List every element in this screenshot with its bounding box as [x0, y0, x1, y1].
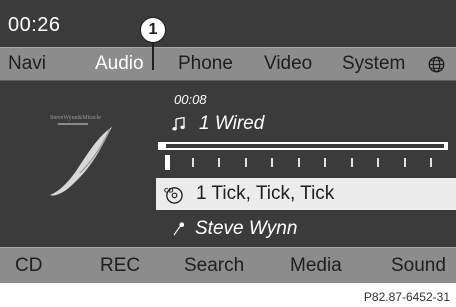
- album-cover-image: SteveWynn&Miracle: [40, 105, 126, 209]
- playback-progress-bar[interactable]: [158, 142, 448, 150]
- current-track-mark: [165, 155, 170, 170]
- source-name: 1 Wired: [199, 113, 265, 134]
- menu-item-audio[interactable]: Audio: [95, 53, 144, 75]
- callout-marker: 1: [140, 17, 166, 43]
- track-mark: [350, 158, 353, 167]
- function-rec[interactable]: REC: [100, 255, 140, 277]
- cd-icon: CD: [164, 187, 183, 204]
- track-mark: [430, 158, 432, 167]
- function-sound[interactable]: Sound: [391, 255, 446, 277]
- current-track-row[interactable]: CD 1 Tick, Tick, Tick: [156, 178, 456, 210]
- menu-item-navi[interactable]: Navi: [8, 53, 46, 75]
- svg-text:CD: CD: [164, 188, 174, 195]
- track-mark: [191, 158, 194, 167]
- artist-name: Steve Wynn: [195, 218, 298, 239]
- track-mark: [244, 158, 247, 167]
- globe-icon[interactable]: [428, 56, 445, 73]
- audio-function-bar: CD REC Search Media Sound: [0, 247, 456, 283]
- main-menu-bar: Navi Audio Phone Video System: [0, 47, 456, 81]
- track-mark: [403, 158, 406, 167]
- track-mark: [271, 158, 273, 167]
- menu-item-video[interactable]: Video: [264, 53, 312, 75]
- music-note-icon: [172, 117, 185, 131]
- artist-icon: [173, 222, 185, 236]
- menu-item-system[interactable]: System: [342, 53, 405, 75]
- track-mark: [377, 158, 379, 167]
- clock: 00:26: [8, 14, 61, 36]
- function-media[interactable]: Media: [290, 255, 342, 277]
- track-position-marks: [165, 155, 448, 170]
- audio-screen: 00:26 Navi Audio Phone Video System 1 St…: [0, 0, 456, 283]
- track-mark: [297, 158, 300, 167]
- svg-text:SteveWynn&Miracle: SteveWynn&Miracle: [50, 115, 101, 121]
- callout-leader-line: [152, 43, 154, 70]
- progress-inner: [160, 144, 444, 148]
- elapsed-time: 00:08: [174, 92, 207, 107]
- function-search[interactable]: Search: [184, 255, 244, 277]
- track-mark: [324, 158, 326, 167]
- track-title: 1 Tick, Tick, Tick: [196, 183, 335, 204]
- menu-item-phone[interactable]: Phone: [178, 53, 233, 75]
- function-cd[interactable]: CD: [15, 255, 42, 277]
- track-mark: [218, 158, 220, 167]
- figure-code: P82.87-6452-31: [363, 290, 450, 304]
- progress-fill: [160, 144, 166, 148]
